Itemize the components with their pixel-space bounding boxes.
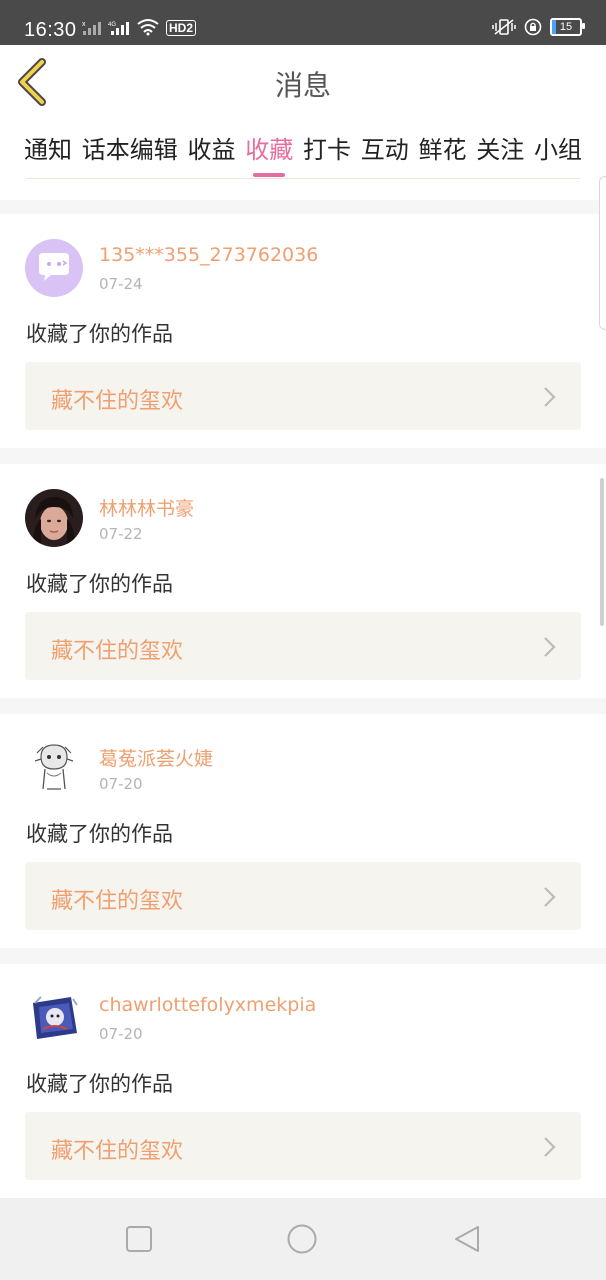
svg-text:x: x [82, 21, 86, 28]
chevron-right-icon [544, 1137, 556, 1157]
username[interactable]: 135***355_273762036 [99, 244, 318, 266]
sketch-avatar-icon[interactable] [25, 739, 83, 797]
message-date: 07-20 [99, 1025, 143, 1043]
work-link[interactable]: 藏不住的玺欢 [25, 862, 581, 930]
message-action: 收藏了你的作品 [26, 1072, 173, 1096]
message-action: 收藏了你的作品 [26, 572, 173, 596]
tab-interactions[interactable]: 互动 [361, 130, 409, 177]
tab-follows[interactable]: 关注 [476, 130, 524, 177]
hd-icon: HD2 [166, 20, 197, 36]
work-title: 藏不住的玺欢 [51, 389, 184, 414]
tab-notifications[interactable]: 通知 [24, 130, 72, 177]
signal-icon: x [82, 21, 101, 35]
signal-4g-icon: 4G [108, 22, 129, 35]
work-link[interactable]: 藏不住的玺欢 [25, 612, 581, 680]
chat-bubble-avatar-icon[interactable] [25, 239, 83, 297]
work-title: 藏不住的玺欢 [51, 639, 184, 664]
message-card[interactable]: chawrlottefolyxmekpia 07-20 收藏了你的作品 藏不住的… [0, 964, 606, 1198]
username[interactable]: 葛菟派荟火婕 [99, 744, 213, 771]
tab-earnings[interactable]: 收益 [188, 130, 236, 177]
message-date: 07-20 [99, 775, 143, 793]
work-title: 藏不住的玺欢 [51, 889, 184, 914]
battery-icon: 15 [550, 18, 585, 36]
photo-avatar-icon[interactable] [25, 489, 83, 547]
status-time: 16:30 [24, 19, 77, 41]
username[interactable]: 林林林书豪 [99, 494, 194, 521]
system-nav-bar [0, 1198, 606, 1280]
message-date: 07-24 [99, 275, 143, 293]
message-card[interactable]: 葛菟派荟火婕 07-20 收藏了你的作品 藏不住的玺欢 [0, 714, 606, 948]
back-icon[interactable] [452, 1224, 482, 1254]
side-drawer-handle[interactable] [599, 176, 606, 330]
work-title: 藏不住的玺欢 [51, 1139, 184, 1164]
status-right: 15 [492, 18, 585, 36]
alarm-lock-icon [524, 18, 542, 36]
tab-bar: 通知 话本编辑 收益 收藏 打卡 互动 鲜花 关注 小组 [0, 120, 606, 200]
tab-script-edit[interactable]: 话本编辑 [82, 130, 178, 177]
header: 消息 [0, 45, 606, 120]
home-icon[interactable] [287, 1224, 317, 1254]
message-action: 收藏了你的作品 [26, 322, 173, 346]
tab-groups[interactable]: 小组 [534, 130, 582, 177]
tab-flowers[interactable]: 鲜花 [419, 130, 467, 177]
battery-level: 15 [559, 21, 573, 33]
svg-text:4G: 4G [108, 22, 116, 28]
recent-apps-icon[interactable] [124, 1224, 154, 1254]
message-action: 收藏了你的作品 [26, 822, 173, 846]
tab-checkin[interactable]: 打卡 [303, 130, 351, 177]
chevron-right-icon [544, 387, 556, 407]
page-title: 消息 [274, 69, 331, 102]
status-bar: 16:30 x 4G HD2 15 [0, 0, 606, 45]
chevron-right-icon [544, 637, 556, 657]
message-date: 07-22 [99, 525, 143, 543]
chevron-right-icon [544, 887, 556, 907]
status-indicators: x 4G HD2 [82, 18, 197, 36]
tab-favorites[interactable]: 收藏 [245, 130, 293, 177]
scrollbar[interactable] [600, 478, 604, 626]
anime-avatar-icon[interactable] [25, 989, 83, 1047]
tab-divider [26, 178, 580, 179]
username[interactable]: chawrlottefolyxmekpia [99, 994, 316, 1016]
wifi-icon [137, 19, 159, 36]
message-card[interactable]: 135***355_273762036 07-24 收藏了你的作品 藏不住的玺欢 [0, 214, 606, 448]
vibrate-mute-icon [492, 19, 516, 35]
work-link[interactable]: 藏不住的玺欢 [25, 362, 581, 430]
work-link[interactable]: 藏不住的玺欢 [25, 1112, 581, 1180]
message-card[interactable]: 林林林书豪 07-22 收藏了你的作品 藏不住的玺欢 [0, 464, 606, 698]
